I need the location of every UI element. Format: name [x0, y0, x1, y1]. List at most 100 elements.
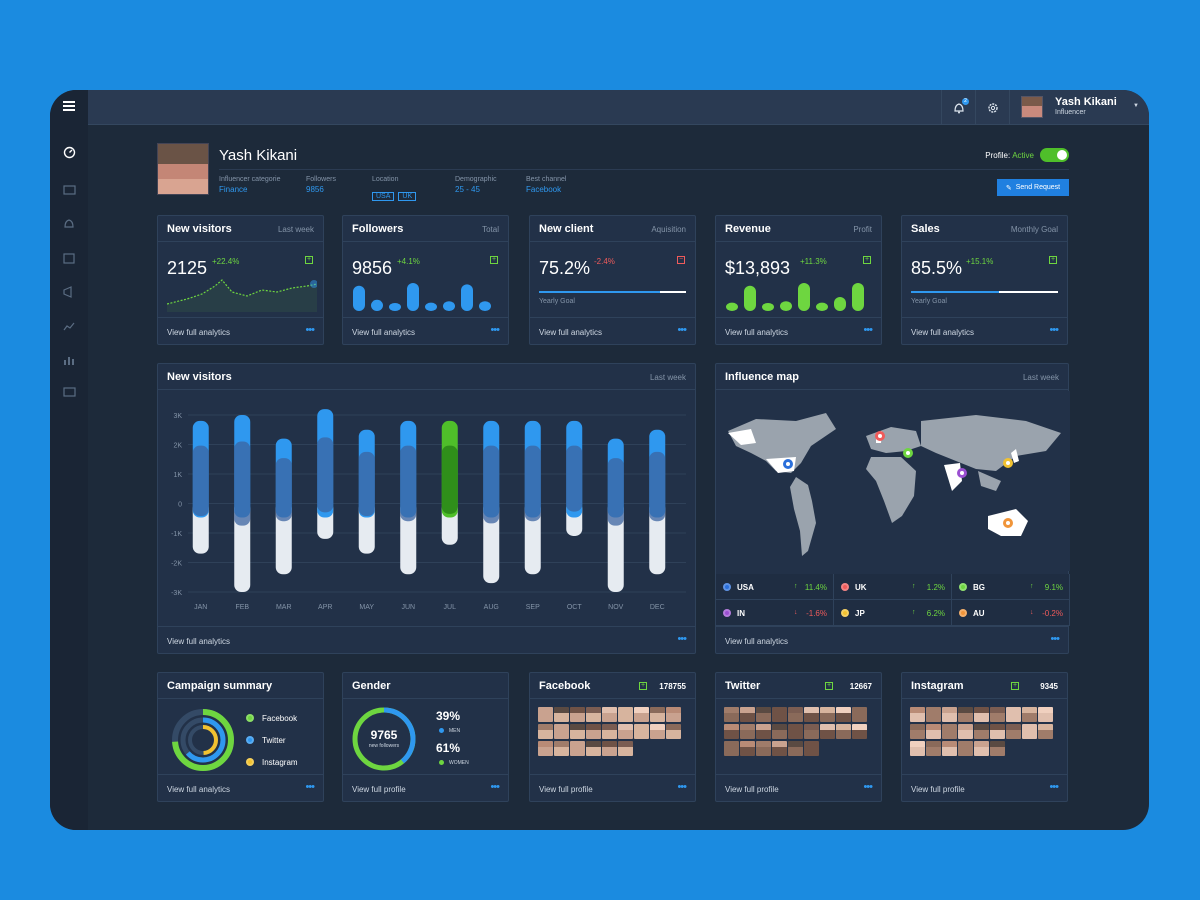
follower-avatar[interactable] — [990, 741, 1005, 756]
follower-avatar[interactable] — [1022, 724, 1037, 739]
follower-avatar[interactable] — [1006, 707, 1021, 722]
more-icon[interactable]: ••• — [305, 325, 315, 336]
follower-avatar[interactable] — [958, 724, 973, 739]
follower-avatar[interactable] — [1006, 724, 1021, 739]
follower-avatar[interactable] — [1038, 707, 1053, 722]
follower-avatar[interactable] — [666, 724, 681, 739]
follower-avatar[interactable] — [554, 707, 569, 722]
follower-avatar[interactable] — [788, 724, 803, 739]
follower-avatar[interactable] — [1038, 724, 1053, 739]
follower-avatar[interactable] — [650, 724, 665, 739]
view-analytics-link[interactable]: View full analytics — [539, 328, 602, 337]
country-stat-in[interactable]: IN ↓ -1.6% — [716, 600, 834, 626]
more-icon[interactable]: ••• — [1050, 634, 1060, 645]
follower-avatar[interactable] — [724, 741, 739, 756]
follower-avatar[interactable] — [666, 707, 681, 722]
follower-avatar[interactable] — [772, 724, 787, 739]
more-icon[interactable]: ••• — [1049, 782, 1059, 793]
follower-avatar[interactable] — [554, 724, 569, 739]
more-icon[interactable]: ••• — [677, 325, 687, 336]
follower-avatar[interactable] — [724, 724, 739, 739]
follower-avatar[interactable] — [910, 724, 925, 739]
follower-avatar[interactable] — [926, 707, 941, 722]
more-icon[interactable]: ••• — [490, 782, 500, 793]
follower-avatar[interactable] — [634, 707, 649, 722]
country-stat-uk[interactable]: UK ↑ 1.2% — [834, 574, 952, 600]
map-pin-au[interactable] — [1003, 518, 1013, 528]
follower-avatar[interactable] — [618, 741, 633, 756]
megaphone-icon[interactable] — [59, 282, 79, 302]
follower-avatar[interactable] — [974, 707, 989, 722]
follower-avatar[interactable] — [852, 724, 867, 739]
country-stat-bg[interactable]: BG ↑ 9.1% — [952, 574, 1070, 600]
follower-avatar[interactable] — [740, 724, 755, 739]
follower-avatar[interactable] — [756, 707, 771, 722]
view-analytics-link[interactable]: View full analytics — [725, 637, 788, 646]
follower-avatar[interactable] — [942, 724, 957, 739]
follower-avatar[interactable] — [788, 741, 803, 756]
user-menu[interactable]: Yash Kikani Influencer ▼ — [1009, 90, 1149, 125]
follower-avatar[interactable] — [836, 724, 851, 739]
map-pin-usa[interactable] — [783, 459, 793, 469]
add-icon[interactable]: + — [1011, 682, 1019, 690]
follower-avatar[interactable] — [974, 741, 989, 756]
more-icon[interactable]: ••• — [677, 782, 687, 793]
follower-avatar[interactable] — [586, 724, 601, 739]
add-icon[interactable]: + — [639, 682, 647, 690]
follower-avatar[interactable] — [804, 707, 819, 722]
follower-avatar[interactable] — [772, 741, 787, 756]
follower-avatar[interactable] — [554, 741, 569, 756]
menu-icon[interactable] — [59, 96, 79, 116]
follower-avatar[interactable] — [910, 707, 925, 722]
follower-avatar[interactable] — [740, 707, 755, 722]
add-icon[interactable]: + — [825, 682, 833, 690]
view-analytics-link[interactable]: View full analytics — [725, 328, 788, 337]
view-profile-link[interactable]: View full profile — [725, 785, 779, 794]
follower-avatar[interactable] — [942, 741, 957, 756]
follower-avatar[interactable] — [586, 707, 601, 722]
follower-avatar[interactable] — [804, 741, 819, 756]
bell-icon[interactable] — [59, 214, 79, 234]
calendar-icon[interactable] — [59, 248, 79, 268]
country-stat-au[interactable]: AU ↓ -0.2% — [952, 600, 1070, 626]
view-analytics-link[interactable]: View full analytics — [167, 637, 230, 646]
follower-avatar[interactable] — [618, 707, 633, 722]
follower-avatar[interactable] — [650, 707, 665, 722]
follower-avatar[interactable] — [836, 707, 851, 722]
view-profile-link[interactable]: View full profile — [352, 785, 406, 794]
follower-avatar[interactable] — [756, 724, 771, 739]
map-pin-in[interactable] — [957, 468, 967, 478]
view-profile-link[interactable]: View full profile — [539, 785, 593, 794]
follower-avatar[interactable] — [538, 741, 553, 756]
more-icon[interactable]: ••• — [1049, 325, 1059, 336]
more-icon[interactable]: ••• — [863, 325, 873, 336]
more-icon[interactable]: ••• — [305, 782, 315, 793]
follower-avatar[interactable] — [538, 707, 553, 722]
follower-avatar[interactable] — [602, 741, 617, 756]
follower-avatar[interactable] — [926, 724, 941, 739]
trend-chart-icon[interactable] — [59, 316, 79, 336]
follower-avatar[interactable] — [570, 707, 585, 722]
follower-avatar[interactable] — [724, 707, 739, 722]
follower-avatar[interactable] — [942, 707, 957, 722]
follower-avatar[interactable] — [910, 741, 925, 756]
follower-avatar[interactable] — [772, 707, 787, 722]
country-stat-jp[interactable]: JP ↑ 6.2% — [834, 600, 952, 626]
more-icon[interactable]: ••• — [863, 782, 873, 793]
follower-avatar[interactable] — [788, 707, 803, 722]
follower-avatar[interactable] — [586, 741, 601, 756]
view-analytics-link[interactable]: View full analytics — [352, 328, 415, 337]
map-pin-jp[interactable] — [1003, 458, 1013, 468]
follower-avatar[interactable] — [820, 724, 835, 739]
map-pin-bg[interactable] — [903, 448, 913, 458]
follower-avatar[interactable] — [990, 707, 1005, 722]
follower-avatar[interactable] — [804, 724, 819, 739]
bar-chart-icon[interactable] — [59, 350, 79, 370]
view-analytics-link[interactable]: View full analytics — [167, 785, 230, 794]
follower-avatar[interactable] — [570, 724, 585, 739]
follower-avatar[interactable] — [570, 741, 585, 756]
view-profile-link[interactable]: View full profile — [911, 785, 965, 794]
messages-icon[interactable] — [59, 180, 79, 200]
map-pin-uk[interactable] — [875, 431, 885, 441]
follower-avatar[interactable] — [740, 741, 755, 756]
